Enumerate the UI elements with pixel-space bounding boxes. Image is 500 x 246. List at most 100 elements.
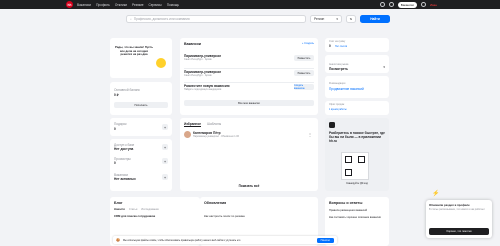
avatar[interactable] xyxy=(420,2,426,7)
nav-vacancies[interactable]: Вакансии xyxy=(77,3,91,7)
lightning-icon: ⚡ xyxy=(432,191,440,197)
tab-templates[interactable]: Шаблоны xyxy=(207,122,221,127)
views-value: 0 xyxy=(114,161,116,165)
show-all-link[interactable]: Показать всё xyxy=(180,184,318,188)
tooltip-title: Обновили раздел в профиле xyxy=(429,203,470,207)
candidate-meta: Парикмахер-универсал · Обновлено 1.06 xyxy=(193,135,239,138)
vacancy-item[interactable]: Парикмахер-универсал Санкт-Петербург · А… xyxy=(184,68,314,77)
qa-item[interactable]: Правила размещения вакансий xyxy=(329,209,367,212)
promo-title: Рады, что вы зашли! Пусть все дела на се… xyxy=(114,45,153,57)
chevron-down-icon: ▾ xyxy=(336,17,338,21)
cookie-text: Мы используем файлы cookie, чтобы обеспе… xyxy=(122,238,241,242)
vacancies-button[interactable]: Вакансии xyxy=(397,1,417,8)
updates-item[interactable]: Как настроить поиск по резюме xyxy=(204,214,245,218)
vacancies-title: Вакансии xyxy=(184,42,201,46)
blog-item[interactable]: CRM для поиска сотрудников xyxy=(114,214,155,218)
tab-news[interactable]: Новости xyxy=(114,208,125,211)
recommendations-card: Рекомендации Продвижение вакансий xyxy=(325,76,389,98)
create-vacancy-link[interactable]: + Создать xyxy=(302,42,314,45)
publish-button[interactable]: Разместить xyxy=(294,55,314,61)
nav-responses[interactable]: Отклики xyxy=(115,3,127,7)
hh-logo[interactable]: hh xyxy=(66,1,73,8)
search-icon: ⌕ xyxy=(130,17,132,21)
tab-favorites[interactable]: Избранное xyxy=(184,122,202,127)
cookie-accept-button[interactable]: Понятно xyxy=(316,237,334,243)
gift-title: Подарок xyxy=(114,122,127,126)
blog-title: Блог xyxy=(114,201,123,205)
user-name[interactable]: Иван xyxy=(430,3,437,7)
invoice-label: Счёт на сумму xyxy=(329,40,346,43)
views-label: Просмотры xyxy=(114,157,131,161)
invoice-link[interactable]: Нет счетов xyxy=(335,45,347,48)
plus-icon[interactable]: + xyxy=(162,144,168,150)
updates-title: Обновления xyxy=(204,201,227,205)
candidates-card: Избранное Шаблоны Кантемиров Пётр Парикм… xyxy=(180,118,318,191)
app-promo-title: Разберитесь в поиске быстрее, где бы вы … xyxy=(329,131,385,143)
gift-card: Подарок 0 + xyxy=(110,118,172,136)
tab-research[interactable]: Исследования xyxy=(141,208,158,211)
office-label: Офис продаж xyxy=(329,103,345,106)
analytics-card: Аналитика рынка Посмотреть ▾ xyxy=(325,55,389,73)
vacancies-card: Вакансии + Создать Парикмахер-универсал … xyxy=(180,38,318,115)
qa-title: Вопросы и ответы xyxy=(329,201,363,205)
top-right: Вакансии Иван xyxy=(379,1,437,8)
search-input[interactable]: ⌕ Профессия, должность или компания xyxy=(126,15,306,23)
profile-update-tooltip: Обновили раздел в профиле В статье расск… xyxy=(426,200,492,238)
sliders-icon: ⇅ xyxy=(349,17,353,21)
services-card: Доступ к базе Нет доступа + Просмотры 0 … xyxy=(110,139,172,191)
app-promo-card: Разберитесь в поиске быстрее, где бы вы … xyxy=(325,118,389,191)
nav-profile[interactable]: Профиль xyxy=(96,3,110,7)
plus-icon[interactable]: + xyxy=(162,174,168,180)
nav-help[interactable]: Помощь xyxy=(167,3,179,7)
nav-services[interactable]: Сервисы xyxy=(148,3,161,7)
office-link[interactable]: 1 время работы xyxy=(329,108,347,111)
vacancy-item[interactable]: Разместите новую вакансию Найдите подход… xyxy=(184,82,314,91)
cookie-icon: 🍪 xyxy=(116,238,120,242)
app-icon xyxy=(329,122,335,128)
vacancies-value: Нет активных xyxy=(114,177,136,181)
tooltip-body: В статье рассказываем, что нового и как … xyxy=(429,208,485,211)
invoice-card: Счёт на сумму 0 Нет счетов xyxy=(325,38,389,52)
find-button[interactable]: Найти xyxy=(360,15,390,23)
publish-button[interactable]: Разместить xyxy=(294,70,314,76)
tooltip-ok-button[interactable]: Хорошо, что понятно xyxy=(429,228,489,235)
search-placeholder: Профессия, должность или компания xyxy=(133,17,190,21)
balance-card: Основной баланс 0 ₽ Пополнить xyxy=(110,82,172,115)
analytics-value[interactable]: Посмотреть xyxy=(329,67,348,71)
filters-button[interactable]: ⇅ xyxy=(346,15,356,23)
balance-value: 0 ₽ xyxy=(114,93,119,97)
topup-button[interactable]: Пополнить xyxy=(114,102,168,108)
chevron-down-icon[interactable]: ▾ xyxy=(383,65,385,69)
tab-articles[interactable]: Статьи xyxy=(129,208,137,211)
invoice-value: 0 xyxy=(329,44,331,48)
avatar[interactable] xyxy=(184,131,191,138)
search-row: ⌕ Профессия, должность или компания Реги… xyxy=(126,15,390,23)
qr-code xyxy=(341,152,369,180)
region-select[interactable]: Регион ▾ xyxy=(310,15,342,23)
balance-label: Основной баланс xyxy=(114,88,141,92)
cookie-banner: 🍪 Мы используем файлы cookie, чтобы обес… xyxy=(113,236,337,244)
plus-icon[interactable]: + xyxy=(162,124,168,130)
all-vacancies-button[interactable]: Все мои вакансии xyxy=(184,100,314,106)
candidate-tabs: Избранное Шаблоны xyxy=(184,122,221,127)
more-icon[interactable]: ⋮ xyxy=(308,132,312,137)
gift-value: 0 xyxy=(114,127,116,131)
top-bar: hh Вакансии Профиль Отклики Резюме Серви… xyxy=(0,0,500,9)
qr-marker xyxy=(358,156,365,163)
nav-resume[interactable]: Резюме xyxy=(132,3,143,7)
qr-caption: Сканируйте QR-код xyxy=(346,182,368,185)
search-icon[interactable] xyxy=(379,2,385,7)
recommendations-label: Рекомендации xyxy=(329,82,346,85)
recommendations-link[interactable]: Продвижение вакансий xyxy=(329,87,364,91)
analytics-label: Аналитика рынка xyxy=(329,63,349,66)
qr-marker xyxy=(345,169,352,176)
plus-icon[interactable]: + xyxy=(162,158,168,164)
qr-marker xyxy=(345,156,352,163)
bell-icon[interactable] xyxy=(388,2,394,7)
vacancy-item[interactable]: Парикмахер-универсал Санкт-Петербург · А… xyxy=(184,54,314,63)
qa-item[interactable]: Как составить хорошее описание вакансии xyxy=(329,216,385,219)
create-vacancy-button[interactable]: Создать вакансию xyxy=(294,84,314,90)
region-label: Регион xyxy=(314,17,325,21)
top-nav: Вакансии Профиль Отклики Резюме Сервисы … xyxy=(77,3,179,7)
access-value: Нет доступа xyxy=(114,147,134,151)
